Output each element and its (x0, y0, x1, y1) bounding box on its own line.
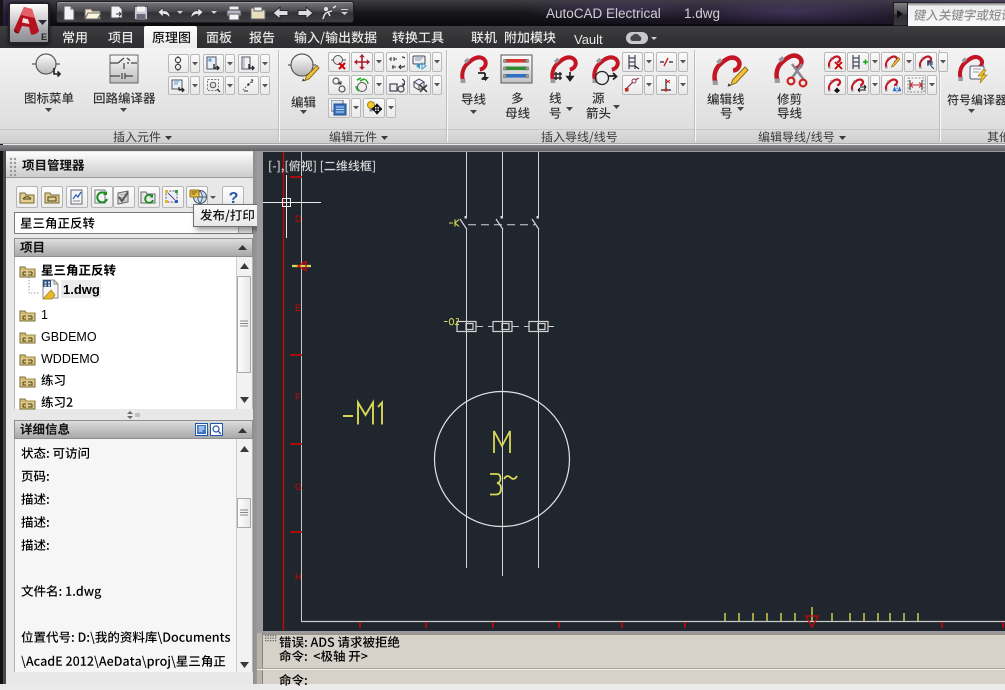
svg-text:D: D (295, 214, 302, 224)
svg-text:E: E (295, 303, 301, 313)
svg-text:H: H (295, 572, 302, 582)
svg-text:G: G (295, 482, 302, 492)
svg-text:F: F (295, 392, 301, 402)
